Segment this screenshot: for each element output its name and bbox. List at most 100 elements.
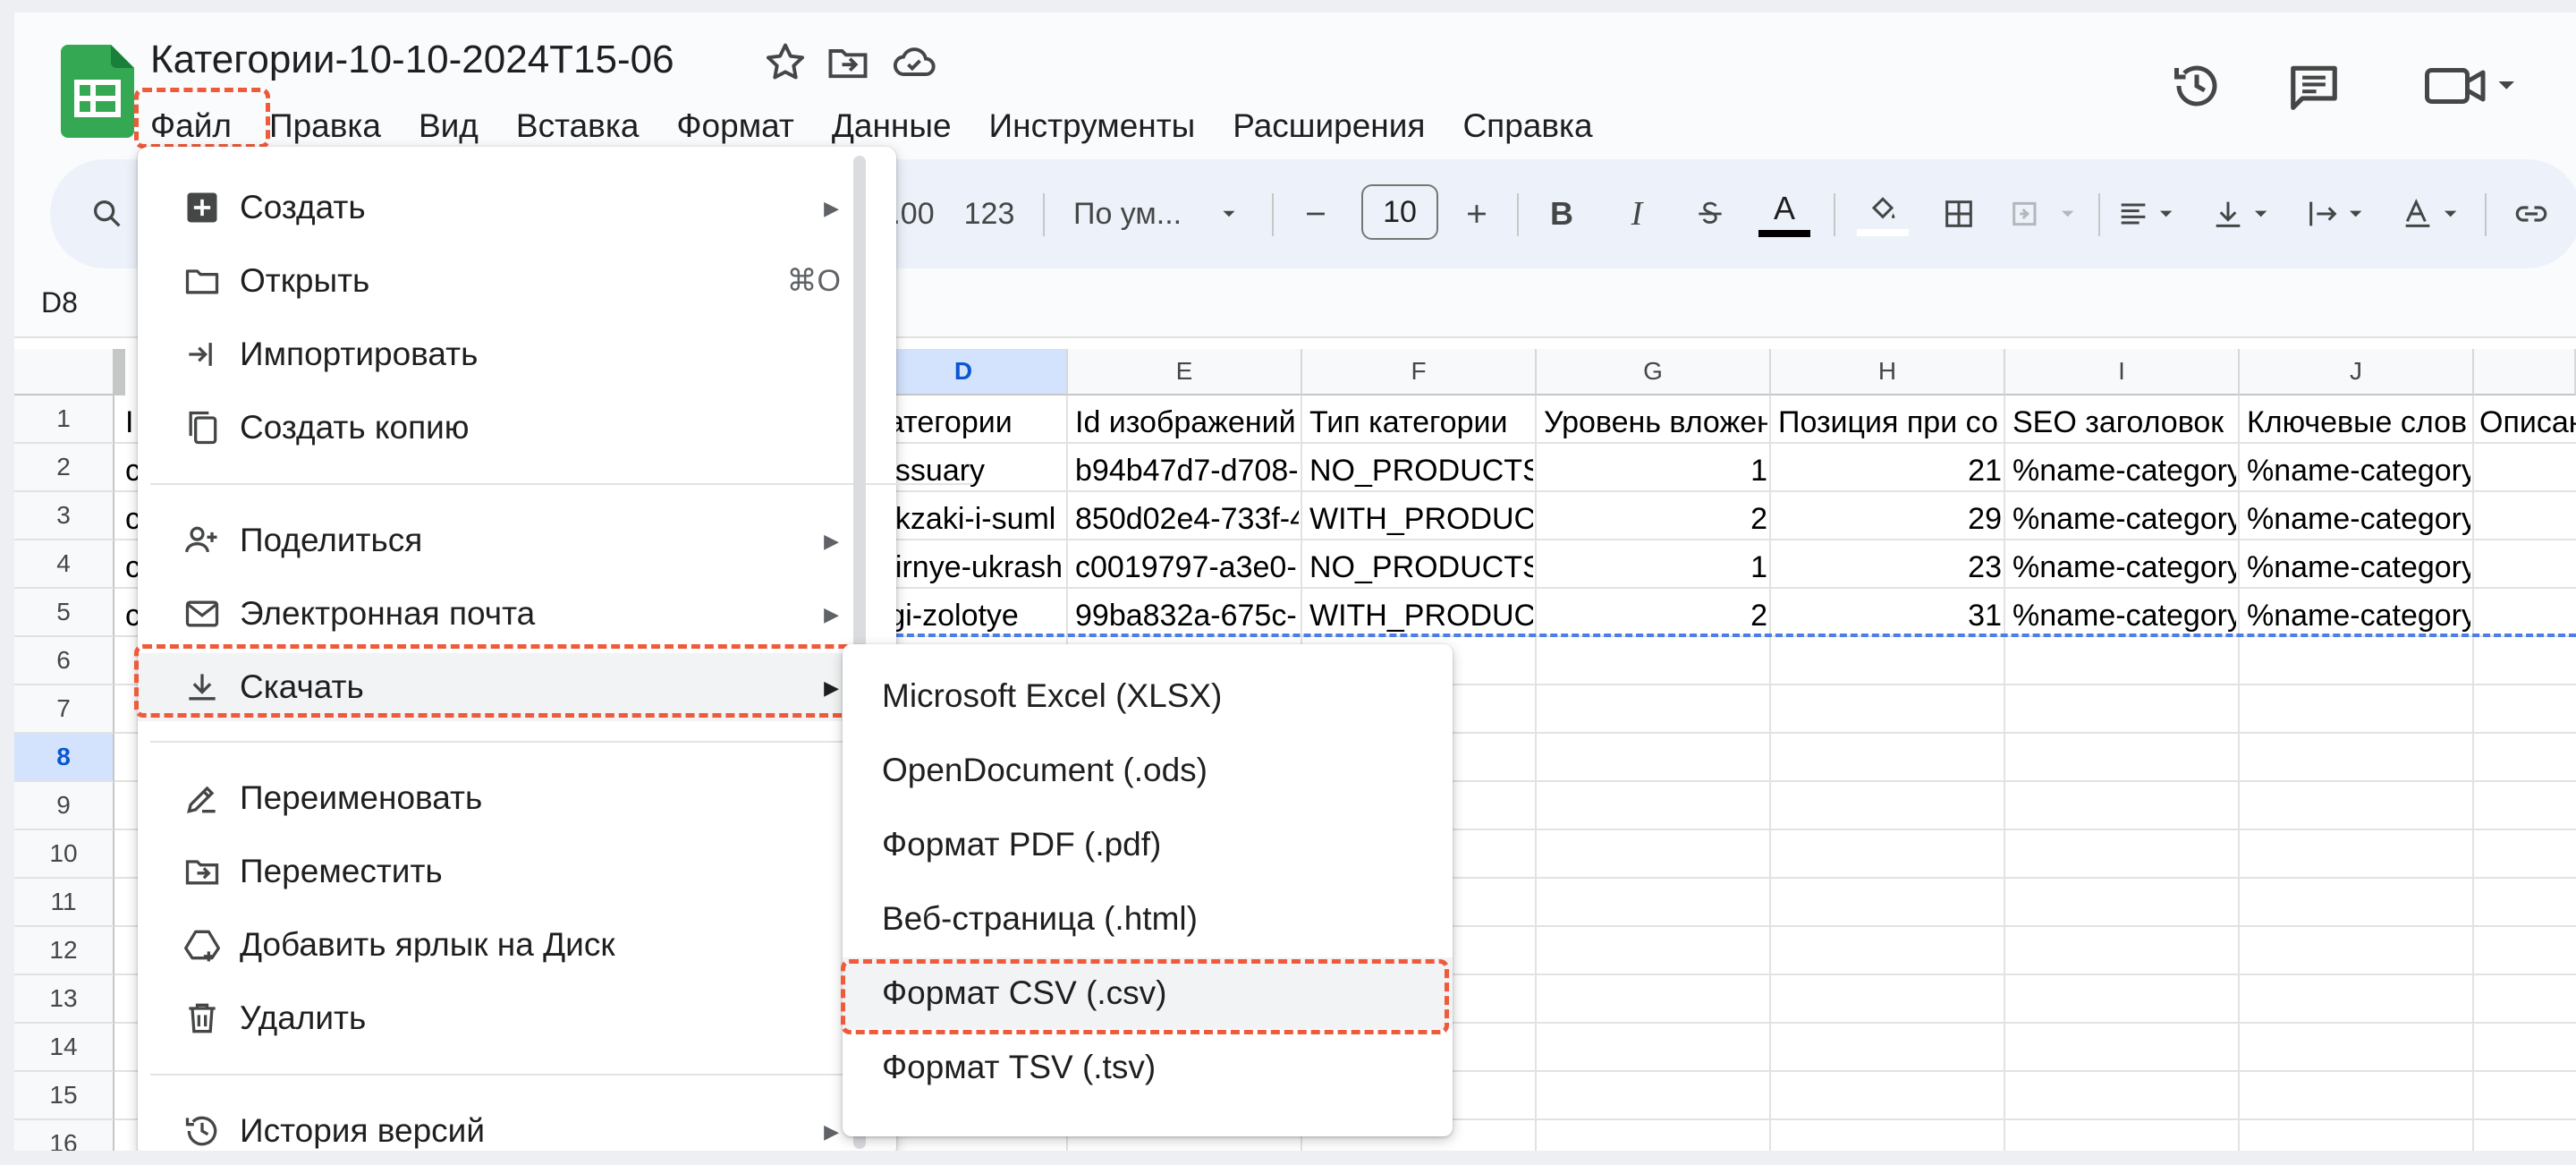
row-header[interactable]: 6 bbox=[14, 637, 114, 685]
cell-f1[interactable]: Тип категории bbox=[1309, 399, 1533, 446]
star-icon[interactable] bbox=[762, 39, 809, 86]
menu-item-import[interactable]: Импортировать bbox=[138, 320, 896, 388]
comments-icon[interactable] bbox=[2286, 59, 2342, 115]
row-header[interactable]: 13 bbox=[14, 975, 114, 1024]
menu-edit[interactable]: Правка bbox=[269, 102, 381, 152]
cell-g1[interactable]: Уровень вложен bbox=[1544, 399, 1767, 446]
download-html[interactable]: Веб-страница (.html) bbox=[843, 883, 1453, 955]
menu-item-copy[interactable]: Создать копию bbox=[138, 394, 896, 462]
column-header-k[interactable] bbox=[2474, 349, 2576, 395]
decrease-font-size-icon[interactable] bbox=[1293, 159, 1338, 268]
cell-j3[interactable]: %name-category% bbox=[2247, 496, 2470, 542]
cell-i3[interactable]: %name-category bbox=[2012, 496, 2236, 542]
menu-item-share[interactable]: Поделиться ▶ bbox=[138, 506, 896, 574]
row-header[interactable]: 10 bbox=[14, 830, 114, 879]
cell-h5[interactable]: 31 bbox=[1778, 592, 2002, 639]
increase-decimal-button[interactable]: .00 bbox=[891, 159, 936, 268]
cell-e3[interactable]: 850d02e4-733f-4 bbox=[1075, 496, 1299, 542]
cell-j5[interactable]: %name-category% bbox=[2247, 592, 2470, 639]
font-dropdown-icon[interactable] bbox=[1213, 159, 1245, 268]
menu-insert[interactable]: Вставка bbox=[516, 102, 640, 152]
cell-d3[interactable]: ukzaki-i-suml bbox=[878, 496, 1063, 542]
bold-icon[interactable]: B bbox=[1535, 159, 1589, 268]
font-family-select[interactable]: По ум... bbox=[1073, 159, 1199, 268]
cell-g3[interactable]: 2 bbox=[1544, 496, 1767, 542]
menu-data[interactable]: Данные bbox=[832, 102, 952, 152]
fill-color-icon[interactable] bbox=[1852, 159, 1914, 268]
cell-h4[interactable]: 23 bbox=[1778, 544, 2002, 591]
cell-e2[interactable]: b94b47d7-d708- bbox=[1075, 447, 1299, 494]
cell-e4[interactable]: c0019797-a3e0- bbox=[1075, 544, 1299, 591]
cloud-saved-icon[interactable] bbox=[891, 39, 937, 86]
vertical-align-icon[interactable] bbox=[2206, 159, 2286, 268]
menu-tools[interactable]: Инструменты bbox=[989, 102, 1196, 152]
font-size-input[interactable]: 10 bbox=[1361, 184, 1438, 240]
row-header[interactable]: 1 bbox=[14, 395, 114, 444]
row-header[interactable]: 11 bbox=[14, 879, 114, 927]
column-header-h[interactable]: H bbox=[1771, 349, 2005, 395]
document-title[interactable]: Категории-10-10-2024T15-06 bbox=[150, 38, 674, 82]
row-header[interactable]: 14 bbox=[14, 1024, 114, 1072]
cell-k1[interactable]: Описан bbox=[2479, 399, 2576, 446]
cell-f2[interactable]: NO_PRODUCTS bbox=[1309, 447, 1533, 494]
insert-link-icon[interactable] bbox=[2504, 159, 2558, 268]
column-header-g[interactable]: G bbox=[1537, 349, 1771, 395]
row-header[interactable]: 5 bbox=[14, 589, 114, 637]
menu-item-drive-shortcut[interactable]: Добавить ярлык на Диск bbox=[138, 911, 896, 979]
menu-format[interactable]: Формат bbox=[676, 102, 793, 152]
row-header[interactable]: 8 bbox=[14, 734, 114, 782]
download-ods[interactable]: OpenDocument (.ods) bbox=[843, 735, 1453, 806]
column-header-i[interactable]: I bbox=[2005, 349, 2240, 395]
menu-help[interactable]: Справка bbox=[1462, 102, 1592, 152]
row-header[interactable]: 15 bbox=[14, 1072, 114, 1120]
cell-a1[interactable]: I bbox=[125, 399, 133, 446]
row-header[interactable]: 3 bbox=[14, 492, 114, 540]
cell-j2[interactable]: %name-category% bbox=[2247, 447, 2470, 494]
cell-e1[interactable]: Id изображений bbox=[1075, 399, 1299, 446]
download-xlsx[interactable]: Microsoft Excel (XLSX) bbox=[843, 660, 1453, 732]
strikethrough-icon[interactable] bbox=[1683, 159, 1737, 268]
horizontal-align-icon[interactable] bbox=[2111, 159, 2191, 268]
row-header[interactable]: 4 bbox=[14, 540, 114, 589]
cell-g4[interactable]: 1 bbox=[1544, 544, 1767, 591]
cell-d5[interactable]: rgi-zolotye bbox=[878, 592, 1063, 639]
row-header[interactable]: 12 bbox=[14, 927, 114, 975]
increase-font-size-icon[interactable] bbox=[1454, 159, 1499, 268]
cell-h3[interactable]: 29 bbox=[1778, 496, 2002, 542]
italic-icon[interactable]: I bbox=[1610, 159, 1664, 268]
freeze-handle[interactable] bbox=[114, 349, 125, 395]
sheets-logo-icon[interactable] bbox=[61, 45, 134, 138]
menu-item-move[interactable]: Переместить bbox=[138, 838, 896, 906]
cell-i2[interactable]: %name-category bbox=[2012, 447, 2236, 494]
version-history-icon[interactable] bbox=[2170, 59, 2224, 113]
cell-f5[interactable]: WITH_PRODUC bbox=[1309, 592, 1533, 639]
menu-item-open[interactable]: Открыть ⌘O bbox=[138, 247, 896, 315]
row-header[interactable]: 2 bbox=[14, 444, 114, 492]
cell-g5[interactable]: 2 bbox=[1544, 592, 1767, 639]
menu-item-version-history[interactable]: История версий ▶ bbox=[138, 1097, 896, 1151]
text-rotation-icon[interactable] bbox=[2395, 159, 2476, 268]
download-pdf[interactable]: Формат PDF (.pdf) bbox=[843, 809, 1453, 880]
column-header-j[interactable]: J bbox=[2240, 349, 2474, 395]
cell-f4[interactable]: NO_PRODUCTS bbox=[1309, 544, 1533, 591]
name-box[interactable]: D8 bbox=[41, 286, 78, 319]
row-header[interactable]: 9 bbox=[14, 782, 114, 830]
menu-item-delete[interactable]: Удалить bbox=[138, 984, 896, 1052]
row-header[interactable]: 7 bbox=[14, 685, 114, 734]
meet-video-icon[interactable] bbox=[2420, 59, 2519, 113]
cell-j4[interactable]: %name-category% bbox=[2247, 544, 2470, 591]
cell-d4[interactable]: dirnye-ukrash bbox=[878, 544, 1063, 591]
menu-extensions[interactable]: Расширения bbox=[1233, 102, 1425, 152]
cell-i5[interactable]: %name-category bbox=[2012, 592, 2236, 639]
more-formats-button[interactable]: 123 bbox=[962, 159, 1016, 268]
menu-item-create[interactable]: Создать ▶ bbox=[138, 174, 896, 242]
text-color-icon[interactable]: A bbox=[1753, 159, 1816, 268]
cell-e5[interactable]: 99ba832a-675c- bbox=[1075, 592, 1299, 639]
column-header-e[interactable]: E bbox=[1068, 349, 1302, 395]
text-wrapping-icon[interactable] bbox=[2301, 159, 2381, 268]
menu-item-email[interactable]: Электронная почта ▶ bbox=[138, 580, 896, 648]
cell-d1[interactable]: атегории bbox=[887, 399, 1063, 446]
cell-h2[interactable]: 21 bbox=[1778, 447, 2002, 494]
cell-f3[interactable]: WITH_PRODUC bbox=[1309, 496, 1533, 542]
move-icon[interactable] bbox=[825, 39, 871, 86]
